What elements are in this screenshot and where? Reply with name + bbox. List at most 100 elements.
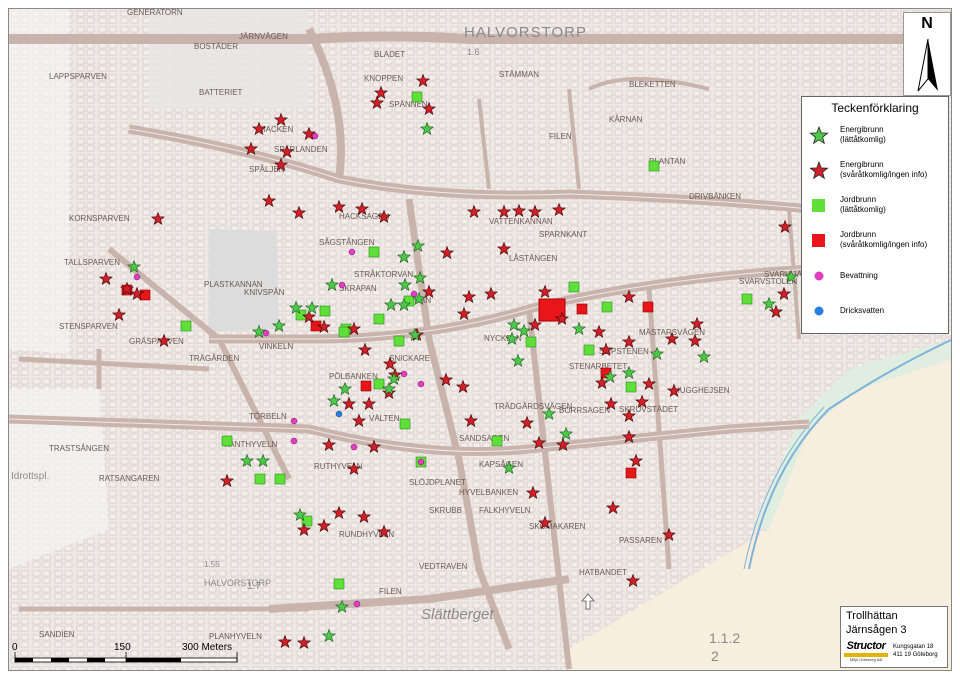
legend-label: Bevattning [840, 271, 878, 280]
district-label-halvorstorp-north: HALVORSTORP [464, 24, 587, 41]
street-label: GRÄSPARVEN [129, 337, 184, 346]
street-label: SANDIEN [39, 630, 75, 639]
jordbrunn-lattatkomlig-marker[interactable] [568, 281, 580, 293]
jordbrunn-lattatkomlig-marker[interactable] [525, 336, 537, 348]
street-label: BLADET [374, 50, 405, 59]
jordbrunn-svaratkomlig-marker[interactable] [139, 289, 151, 301]
street-label: STRÅKTORVAN [354, 270, 413, 279]
street-label: GENERATORN [127, 9, 183, 17]
street-label: PASSAREN [619, 536, 662, 545]
bevattning-marker[interactable] [417, 458, 425, 466]
jordbrunn-svaratkomlig-marker[interactable] [360, 380, 372, 392]
dot-icon [814, 306, 824, 316]
street-label: SLÖJDPLANET [409, 478, 466, 487]
legend-label: Dricksvatten [840, 306, 885, 315]
dricksvatten-marker[interactable] [335, 410, 343, 418]
bevattning-marker[interactable] [290, 437, 298, 445]
jordbrunn-lattatkomlig-marker[interactable] [625, 381, 637, 393]
jordbrunn-lattatkomlig-marker[interactable] [741, 293, 753, 305]
contour-label: 1.55 [204, 560, 220, 569]
structor-logo: Structor Miljö Göteborg AB [844, 640, 888, 664]
jordbrunn-lattatkomlig-marker[interactable] [221, 435, 233, 447]
square-icon [812, 234, 825, 247]
street-label: BLEKETTEN [629, 80, 676, 89]
jordbrunn-lattatkomlig-marker[interactable] [333, 578, 345, 590]
jordbrunn-lattatkomlig-marker[interactable] [399, 418, 411, 430]
jordbrunn-lattatkomlig-marker[interactable] [648, 160, 660, 172]
north-arrow-icon [917, 38, 938, 92]
bevattning-marker[interactable] [348, 248, 356, 256]
street-label: VÄLTEN [369, 414, 400, 423]
street-label: HYVELBANKEN [459, 488, 518, 497]
street-label: FILEN [549, 132, 572, 141]
title-block: Trollhättan Järnsågen 3 Structor Miljö G… [840, 606, 948, 668]
street-label: SPARLANDEN [274, 145, 328, 154]
legend-item-jordbrunn-lattatkomlig: Jordbrunn (lättåtkomlig) [808, 195, 948, 225]
bevattning-marker[interactable] [417, 380, 425, 388]
street-label: LAPPSPARVEN [49, 72, 107, 81]
street-label: BORRSAGEN [559, 406, 610, 415]
dot-icon [814, 271, 824, 281]
street-label: FILEN [379, 587, 402, 596]
jordbrunn-lattatkomlig-marker[interactable] [393, 335, 405, 347]
street-label: SÅGSTÅNGEN [319, 238, 375, 247]
scale-label-0: 0 [12, 642, 18, 653]
star-icon [809, 125, 829, 145]
bevattning-marker[interactable] [353, 600, 361, 608]
jordbrunn-svaratkomlig-marker[interactable] [642, 301, 654, 313]
square-icon [812, 199, 825, 212]
street-label: RATSANGAREN [99, 474, 160, 483]
bevattning-marker[interactable] [290, 417, 298, 425]
street-label: SKRUBB [429, 506, 462, 515]
idrottsplats-label: Idrottspl. [11, 471, 49, 482]
street-label: SNICKARE [389, 354, 430, 363]
bevattning-marker[interactable] [133, 273, 141, 281]
bevattning-marker[interactable] [410, 290, 418, 298]
legend-item-energibrunn-svaratkomlig: Energibrunn (svåråtkomlig/ingen info) [808, 160, 948, 190]
street-label: SKOMAKAREN [529, 522, 586, 531]
street-label: LÅSTÅNGEN [509, 254, 558, 263]
contour-label: 1.7 [247, 581, 261, 592]
jordbrunn-lattatkomlig-marker[interactable] [368, 246, 380, 258]
jordbrunn-lattatkomlig-marker[interactable] [601, 301, 613, 313]
street-label: TRÄGÅRDEN [189, 354, 239, 363]
street-label: TÖRBELN [249, 412, 287, 421]
legend-label: Jordbrunn (svåråtkomlig/ingen info) [840, 230, 928, 249]
street-label: VATTENKANNAN [489, 217, 553, 226]
jordbrunn-lattatkomlig-marker[interactable] [338, 326, 350, 338]
street-label: KNOPPEN [364, 74, 403, 83]
jordbrunn-lattatkomlig-marker[interactable] [274, 473, 286, 485]
legend-label: Energibrunn (svåråtkomlig/ingen info) [840, 160, 928, 179]
title-city: Trollhättan [846, 610, 898, 622]
street-label: SPARNKANT [539, 230, 587, 239]
bevattning-marker[interactable] [350, 443, 358, 451]
jordbrunn-lattatkomlig-marker[interactable] [254, 473, 266, 485]
logo-subtitle: Miljö Göteborg AB [849, 657, 883, 662]
district-label-halvorstorp-south: HALVORSTORP [204, 578, 271, 588]
address-line-2: 411 19 Göteborg [893, 652, 938, 658]
street-label: BOSTÄDER [194, 42, 238, 51]
street-label: KORNSPARVEN [69, 214, 130, 223]
jordbrunn-lattatkomlig-marker[interactable] [373, 378, 385, 390]
scale-label-300: 300 Meters [182, 642, 233, 653]
map-page: HALVORSTORP HALVORSTORP Slättberget Idro… [0, 0, 960, 679]
jordbrunn-lattatkomlig-marker[interactable] [583, 344, 595, 356]
legend-item-energibrunn-lattatkomlig: Energibrunn (lättåtkomlig) [808, 125, 948, 155]
street-label: DRIVBÄNKEN [689, 192, 741, 201]
jordbrunn-lattatkomlig-marker[interactable] [411, 91, 423, 103]
jordbrunn-svaratkomlig-marker[interactable] [576, 303, 588, 315]
jordbrunn-lattatkomlig-marker[interactable] [180, 320, 192, 332]
street-label: JÄRNVÄGEN [239, 32, 288, 41]
street-label: PLASTKANNAN [204, 280, 263, 289]
street-label: KAPSÅGEN [479, 460, 523, 469]
jordbrunn-lattatkomlig-marker[interactable] [491, 435, 503, 447]
bevattning-marker[interactable] [400, 370, 408, 378]
legend-item-jordbrunn-svaratkomlig: Jordbrunn (svåråtkomlig/ingen info) [808, 230, 948, 260]
logo-wordmark: Structor [846, 640, 886, 652]
jordbrunn-lattatkomlig-marker[interactable] [373, 313, 385, 325]
bevattning-marker[interactable] [338, 281, 346, 289]
district-label-slattberget: Slättberget [421, 606, 494, 623]
jordbrunn-lattatkomlig-marker[interactable] [319, 305, 331, 317]
jordbrunn-svaratkomlig-marker[interactable] [625, 467, 637, 479]
legend-label: Energibrunn (lättåtkomlig) [840, 125, 886, 144]
